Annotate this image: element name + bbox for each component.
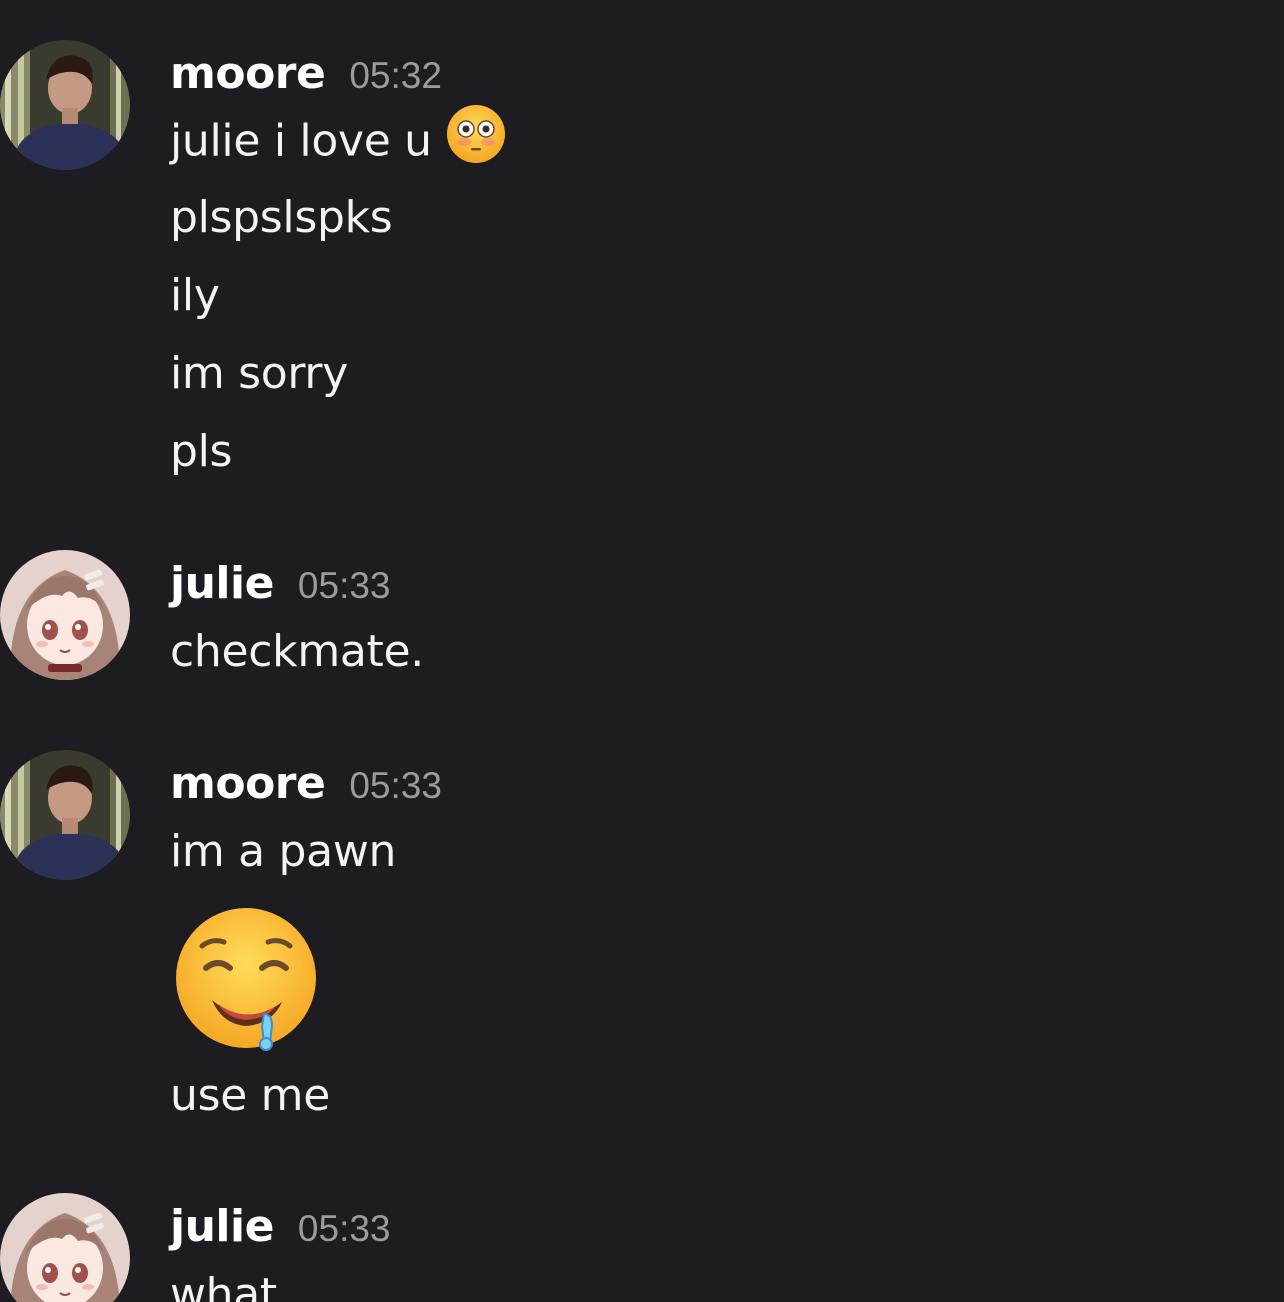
message-header: moore 05:33 — [170, 758, 442, 818]
message-header: julie 05:33 — [170, 1201, 391, 1261]
avatar[interactable] — [0, 750, 130, 880]
message-text: use me — [170, 1070, 330, 1121]
message-text: im sorry — [170, 348, 348, 399]
julie-avatar-image — [0, 550, 130, 680]
message-text: im a pawn — [170, 826, 397, 877]
message-text: julie i love u — [170, 105, 506, 175]
message-text: what — [170, 1269, 277, 1302]
message-text: pls — [170, 426, 233, 477]
username[interactable]: moore — [170, 48, 326, 99]
avatar[interactable] — [0, 1193, 130, 1302]
timestamp: 05:33 — [349, 765, 442, 806]
avatar[interactable] — [0, 550, 130, 680]
message-text: plspslspks — [170, 192, 393, 243]
message-text-content: julie i love u — [170, 115, 432, 167]
message-header: julie 05:33 — [170, 558, 391, 618]
timestamp: 05:32 — [349, 55, 442, 96]
moore-avatar-image — [0, 40, 130, 170]
message-group: julie 05:33 what — [0, 1193, 1284, 1302]
timestamp: 05:33 — [297, 565, 391, 606]
message-header: moore 05:32 — [170, 48, 442, 108]
flushed-face-icon — [446, 104, 506, 175]
julie-avatar-image — [0, 1193, 130, 1302]
message-text: checkmate. — [170, 626, 424, 677]
username[interactable]: moore — [170, 758, 326, 809]
username[interactable]: julie — [170, 558, 274, 609]
avatar[interactable] — [0, 40, 130, 170]
message-group: moore 05:33 im a pawn use me — [0, 750, 1284, 1150]
timestamp: 05:33 — [297, 1208, 391, 1249]
message-text: ily — [170, 270, 220, 321]
username[interactable]: julie — [170, 1201, 274, 1252]
drooling-face-icon — [172, 906, 320, 1058]
message-group: moore 05:32 julie i love u plspslspks ily… — [0, 40, 1284, 500]
moore-avatar-image — [0, 750, 130, 880]
message-group: julie 05:33 checkmate. — [0, 550, 1284, 700]
